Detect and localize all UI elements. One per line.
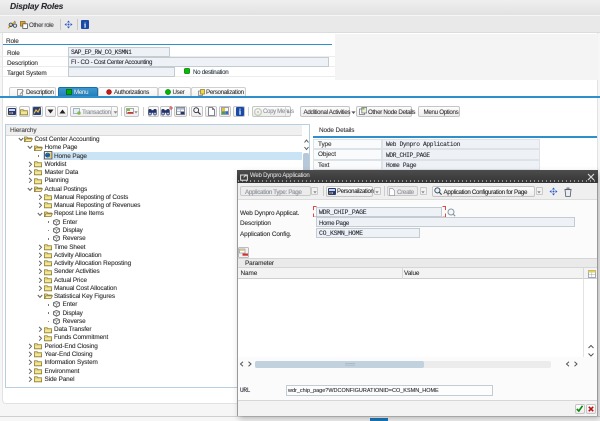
svg-text:i: i	[84, 20, 86, 29]
